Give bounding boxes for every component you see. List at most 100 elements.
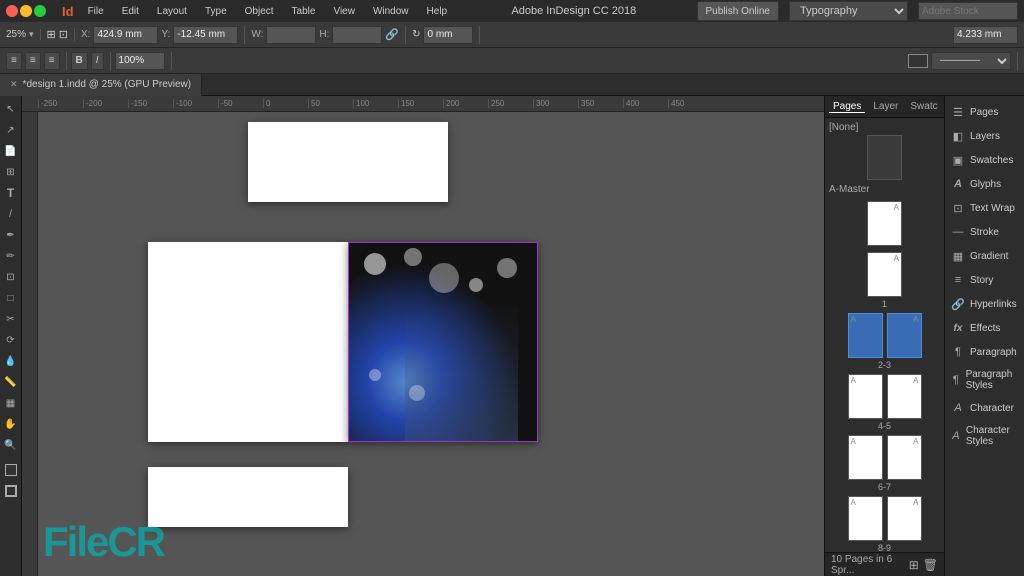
panel-item-layers[interactable]: ◧ Layers <box>945 124 1024 148</box>
text-format-group: B I <box>71 52 111 70</box>
tab-swatc[interactable]: Swatc <box>906 101 941 112</box>
page-thumb-3[interactable]: A <box>887 313 922 358</box>
stroke-color[interactable] <box>908 54 928 68</box>
pages-panel-header: Pages Layer Swatc ≫ ☰ <box>825 96 944 118</box>
new-page-icon[interactable]: ⊞ <box>909 558 919 572</box>
pen-tool[interactable]: ✒ <box>2 226 20 244</box>
ruler-mark: 150 <box>398 99 443 108</box>
master-label: A-Master <box>829 184 940 195</box>
zoom-percent-input[interactable] <box>115 52 165 70</box>
page-thumb-5[interactable]: A <box>887 374 922 419</box>
panel-item-character-styles[interactable]: A Character Styles <box>945 420 1024 452</box>
menu-type[interactable]: Type <box>201 6 231 17</box>
page-thumb-row-2-3[interactable]: A A <box>829 313 940 358</box>
page-thumb-row-4-5[interactable]: A A <box>829 374 940 419</box>
ruler-marks: -250 -200 -150 -100 -50 0 50 100 150 200… <box>38 99 713 108</box>
page-thumb-9[interactable]: A <box>887 496 922 541</box>
fill-color[interactable] <box>2 461 20 479</box>
page-thumb-row-8-9[interactable]: A A <box>829 496 940 541</box>
rect-tool[interactable]: □ <box>2 289 20 307</box>
angle-input[interactable] <box>423 26 473 44</box>
panel-item-text-wrap[interactable]: ⊡ Text Wrap <box>945 196 1024 220</box>
page-thumb-row-1[interactable]: A <box>829 252 940 297</box>
canvas-content[interactable]: FileCR <box>38 112 824 576</box>
paragraph-label: Paragraph <box>970 347 1017 358</box>
direct-selection-tool[interactable]: ↗ <box>2 121 20 139</box>
menu-window[interactable]: Window <box>369 6 413 17</box>
panel-item-gradient[interactable]: ▦ Gradient <box>945 244 1024 268</box>
stroke-color-btn[interactable] <box>2 482 20 500</box>
line-tool[interactable]: / <box>2 205 20 223</box>
eyedropper-tool[interactable]: 💧 <box>2 352 20 370</box>
pencil-tool[interactable]: ✏ <box>2 247 20 265</box>
page-thumb-8[interactable]: A <box>848 496 883 541</box>
panel-item-pages[interactable]: ☰ Pages <box>945 100 1024 124</box>
pages-panel-content[interactable]: [None] A-Master A A 1 <box>825 118 944 552</box>
panel-item-paragraph[interactable]: ¶ Paragraph <box>945 340 1024 364</box>
publish-online-button[interactable]: Publish Online <box>697 1 779 21</box>
measure-tool[interactable]: 📏 <box>2 373 20 391</box>
transform-icon-1[interactable]: ⊞ <box>47 28 56 41</box>
doc-tab[interactable]: ✕ *design 1.indd @ 25% (GPU Preview) <box>0 74 202 96</box>
transform-icon-2[interactable]: ⊡ <box>59 28 68 41</box>
panel-item-paragraph-styles[interactable]: ¶ Paragraph Styles <box>945 364 1024 396</box>
tab-layer[interactable]: Layer <box>869 101 902 112</box>
right-panel: Pages Layer Swatc ≫ ☰ [None] A-Master A <box>824 96 1024 576</box>
page-thumb-6[interactable]: A <box>848 435 883 480</box>
tab-pages[interactable]: Pages <box>829 101 865 113</box>
scissors-tool[interactable]: ✂ <box>2 310 20 328</box>
h-input[interactable] <box>332 26 382 44</box>
menu-table[interactable]: Table <box>288 6 320 17</box>
page-thumb-row-6-7[interactable]: A A <box>829 435 940 480</box>
gradient-tool[interactable]: ▦ <box>2 394 20 412</box>
stock-search[interactable] <box>918 2 1018 20</box>
panel-item-swatches[interactable]: ▣ Swatches <box>945 148 1024 172</box>
ruler-mark: 400 <box>623 99 668 108</box>
rect-frame-tool[interactable]: ⊡ <box>2 268 20 286</box>
size-input[interactable] <box>953 26 1018 44</box>
selection-tool[interactable]: ↖ <box>2 100 20 118</box>
type-tool[interactable]: T <box>2 184 20 202</box>
menu-help[interactable]: Help <box>423 6 452 17</box>
page-thumb-1[interactable]: A <box>867 252 902 297</box>
page-thumb-4[interactable]: A <box>848 374 883 419</box>
panel-item-effects[interactable]: fx Effects <box>945 316 1024 340</box>
panel-item-story[interactable]: ≡ Story <box>945 268 1024 292</box>
page-thumb-7[interactable]: A <box>887 435 922 480</box>
pages-label: Pages <box>970 107 998 118</box>
free-transform-tool[interactable]: ⟳ <box>2 331 20 349</box>
panel-item-hyperlinks[interactable]: 🔗 Hyperlinks <box>945 292 1024 316</box>
menu-object[interactable]: Object <box>241 6 278 17</box>
align-left-btn[interactable]: ≡ <box>6 52 22 70</box>
bold-btn[interactable]: B <box>71 52 88 70</box>
align-right-btn[interactable]: ≡ <box>44 52 60 70</box>
delete-page-icon[interactable]: 🗑 <box>923 558 938 572</box>
align-center-btn[interactable]: ≡ <box>25 52 41 70</box>
menu-file[interactable]: File <box>84 6 108 17</box>
x-input[interactable]: 424.9 mm <box>93 26 158 44</box>
w-input[interactable] <box>266 26 316 44</box>
link-icon[interactable]: 🔗 <box>385 28 399 41</box>
menu-edit[interactable]: Edit <box>118 6 143 17</box>
panel-item-glyphs[interactable]: A Glyphs <box>945 172 1024 196</box>
menu-layout[interactable]: Layout <box>153 6 191 17</box>
page-spread-bottom <box>148 467 348 527</box>
left-toolbar: ↖ ↗ 📄 ⊞ T / ✒ ✏ ⊡ □ ✂ ⟳ 💧 📏 ▦ ✋ 🔍 <box>0 96 22 576</box>
hand-tool[interactable]: ✋ <box>2 415 20 433</box>
zoom-dropdown-icon[interactable]: ▾ <box>29 29 34 40</box>
zoom-tool-btn[interactable]: 🔍 <box>2 436 20 454</box>
stroke-style[interactable]: ———— <box>931 52 1011 70</box>
page-thumb-2[interactable]: A <box>848 313 883 358</box>
y-input[interactable]: -12.45 mm <box>173 26 238 44</box>
italic-btn[interactable]: I <box>91 52 104 70</box>
stroke-group: ———— <box>908 52 1018 70</box>
panel-item-stroke[interactable]: — Stroke <box>945 220 1024 244</box>
typography-dropdown[interactable]: Typography Essentials Digital Publishing <box>789 1 908 21</box>
panel-item-character[interactable]: A Character <box>945 396 1024 420</box>
gap-tool[interactable]: ⊞ <box>2 163 20 181</box>
menu-view[interactable]: View <box>329 6 359 17</box>
pages-panel: Pages Layer Swatc ≫ ☰ [None] A-Master A <box>825 96 945 576</box>
page-label-6-7: 6-7 <box>829 482 940 492</box>
page-tool[interactable]: 📄 <box>2 142 20 160</box>
close-icon[interactable]: ✕ <box>10 79 18 90</box>
